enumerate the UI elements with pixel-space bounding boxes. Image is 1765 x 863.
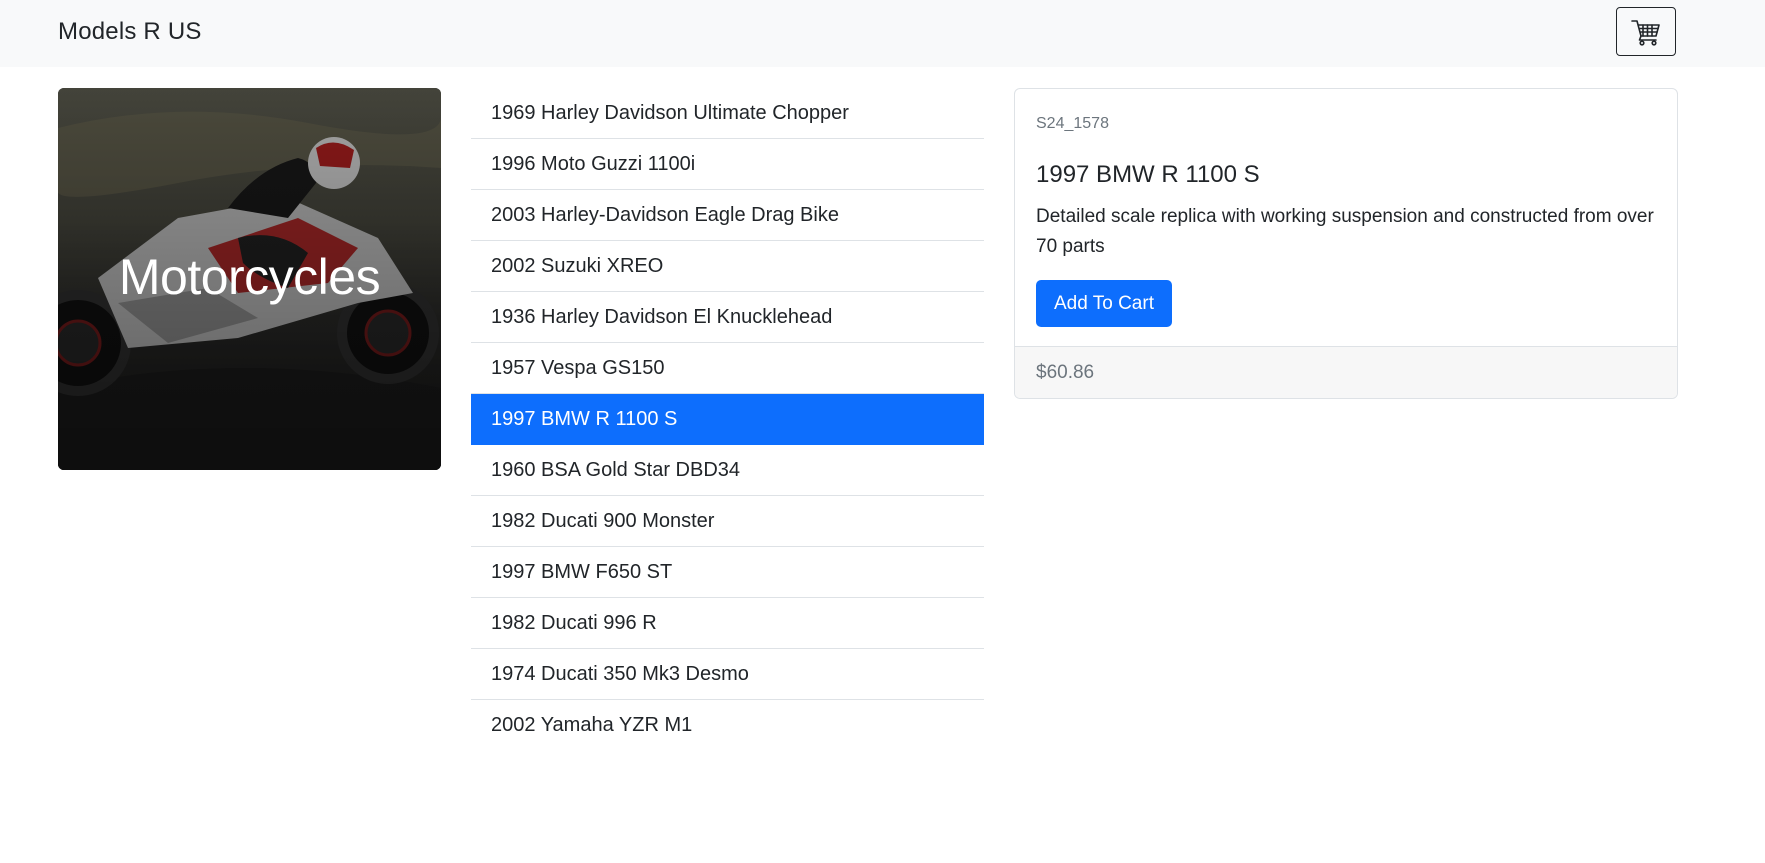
shopping-cart-icon	[1631, 19, 1660, 46]
product-title: 1997 BMW R 1100 S	[1036, 161, 1260, 188]
product-list-item[interactable]: 1974 Ducati 350 Mk3 Desmo	[471, 649, 984, 700]
product-price: $60.86	[1036, 362, 1095, 383]
product-list-item[interactable]: 1997 BMW R 1100 S	[471, 394, 984, 445]
product-list-item[interactable]: 2003 Harley-Davidson Eagle Drag Bike	[471, 190, 984, 241]
category-title: Motorcycles	[118, 249, 381, 305]
product-footer: $60.86	[1015, 346, 1677, 398]
product-list-item[interactable]: 1982 Ducati 996 R	[471, 598, 984, 649]
product-sku: S24_1578	[1036, 115, 1109, 132]
brand-link[interactable]: Models R US	[58, 18, 202, 46]
product-description: Detailed scale replica with working susp…	[1036, 206, 1654, 257]
add-to-cart-button[interactable]: Add To Cart	[1036, 280, 1172, 327]
product-list: 1969 Harley Davidson Ultimate Chopper 199…	[471, 88, 984, 750]
product-list-item[interactable]: 2002 Suzuki XREO	[471, 241, 984, 292]
navbar: Models R US	[0, 0, 1765, 67]
product-list-item[interactable]: 1960 BSA Gold Star DBD34	[471, 445, 984, 496]
product-list-item[interactable]: 1982 Ducati 900 Monster	[471, 496, 984, 547]
category-card[interactable]: Motorcycles	[58, 88, 441, 470]
product-list-item[interactable]: 1936 Harley Davidson El Knucklehead	[471, 292, 984, 343]
product-list-item[interactable]: 1996 Moto Guzzi 1100i	[471, 139, 984, 190]
product-list-item[interactable]: 2002 Yamaha YZR M1	[471, 700, 984, 750]
product-list-item[interactable]: 1957 Vespa GS150	[471, 343, 984, 394]
cart-button[interactable]	[1616, 7, 1676, 56]
product-detail-card: S24_1578 1997 BMW R 1100 S Detailed scal…	[1014, 88, 1678, 399]
product-list-item[interactable]: 1997 BMW F650 ST	[471, 547, 984, 598]
product-list-item[interactable]: 1969 Harley Davidson Ultimate Chopper	[471, 88, 984, 139]
